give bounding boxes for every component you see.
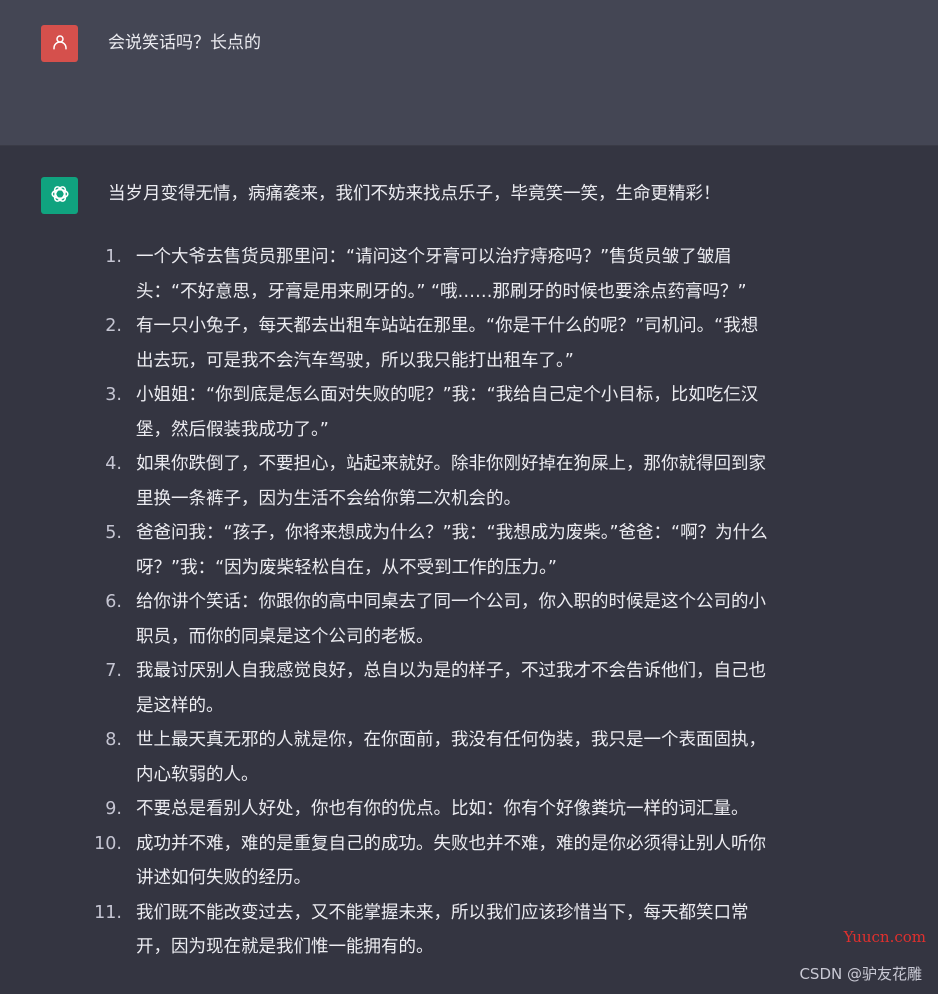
joke-line: 讲述如何失败的经历。 xyxy=(136,868,311,888)
joke-number: 10. xyxy=(94,833,122,854)
joke-line: 一个大爷去售货员那里问：“请问这个牙膏可以治疗痔疮吗？”售货员皱了皱眉 xyxy=(136,247,732,267)
joke-number: 7. xyxy=(105,661,122,681)
joke-item: 7. 我最讨厌别人自我感觉良好，总自以为是的样子，不过我才不会告诉他们，自己也 是这… xyxy=(88,654,868,723)
joke-line: 我们既不能改变过去，又不能掌握未来，所以我们应该珍惜当下，每天都笑口常 xyxy=(136,902,749,923)
joke-number: 11. xyxy=(94,902,122,923)
joke-line: 小姐姐：“你到底是怎么面对失败的呢？”我：“我给自己定个小目标，比如吃仨汉 xyxy=(136,385,759,405)
joke-item: 9. 不要总是看别人好处，你也有你的优点。比如：你有个好像粪坑一样的词汇量。 xyxy=(88,792,868,827)
openai-logo-icon xyxy=(47,181,73,211)
joke-line: 给你讲个笑话：你跟你的高中同桌去了同一个公司，你入职的时候是这个公司的小 xyxy=(136,592,766,612)
joke-line: 呀？”我：“因为废柴轻松自在，从不受到工作的压力。” xyxy=(136,557,557,578)
user-message-text: 会说笑话吗？长点的 xyxy=(108,33,261,53)
joke-number: 3. xyxy=(105,385,122,405)
joke-line: 有一只小兔子，每天都去出租车站站在那里。“你是干什么的呢？”司机问。“我想 xyxy=(136,316,759,336)
joke-line: 出去玩，可是我不会汽车驾驶，所以我只能打出租车了。” xyxy=(136,350,574,371)
joke-line: 开，因为现在就是我们惟一能拥有的。 xyxy=(136,937,434,957)
joke-line: 头：“不好意思，牙膏是用来刷牙的。” “哦……那刷牙的时候也要涂点药膏吗？” xyxy=(136,281,747,302)
joke-line: 不要总是看别人好处，你也有你的优点。比如：你有个好像粪坑一样的词汇量。 xyxy=(136,799,749,819)
joke-number: 9. xyxy=(105,799,122,819)
csdn-watermark: CSDN @驴友花雕 xyxy=(799,965,922,983)
joke-line: 堡，然后假装我成功了。” xyxy=(136,419,329,440)
assistant-avatar xyxy=(41,177,78,214)
joke-item: 5. 爸爸问我：“孩子，你将来想成为什么？”我：“我想成为废柴。”爸爸：“啊？为什… xyxy=(88,516,868,585)
user-icon xyxy=(51,33,69,55)
joke-line: 内心软弱的人。 xyxy=(136,764,259,785)
joke-line: 是这样的。 xyxy=(136,695,224,716)
joke-line: 我最讨厌别人自我感觉良好，总自以为是的样子，不过我才不会告诉他们，自己也 xyxy=(136,661,766,681)
joke-item: 11. 我们既不能改变过去，又不能掌握未来，所以我们应该珍惜当下，每天都笑口常 开，… xyxy=(88,896,868,965)
joke-item: 4. 如果你跌倒了，不要担心，站起来就好。除非你刚好掉在狗屎上，那你就得回到家 里换… xyxy=(88,447,868,516)
user-avatar xyxy=(41,25,78,62)
joke-number: 8. xyxy=(105,730,122,750)
joke-line: 成功并不难，难的是重复自己的成功。失败也并不难，难的是你必须得让别人听你 xyxy=(136,833,766,854)
joke-line: 里换一条裤子，因为生活不会给你第二次机会的。 xyxy=(136,488,521,509)
joke-item: 1. 一个大爷去售货员那里问：“请问这个牙膏可以治疗痔疮吗？”售货员皱了皱眉 头：“… xyxy=(88,240,868,309)
user-message-row: 会说笑话吗？长点的 xyxy=(0,0,938,146)
joke-line: 世上最天真无邪的人就是你，在你面前，我没有任何伪装，我只是一个表面固执， xyxy=(136,730,766,750)
assistant-intro-text: 当岁月变得无情，病痛袭来，我们不妨来找点乐子，毕竟笑一笑，生命更精彩！ xyxy=(108,184,721,204)
joke-item: 6. 给你讲个笑话：你跟你的高中同桌去了同一个公司，你入职的时候是这个公司的小 职员… xyxy=(88,585,868,654)
joke-item: 3. 小姐姐：“你到底是怎么面对失败的呢？”我：“我给自己定个小目标，比如吃仨汉堡… xyxy=(88,378,868,447)
chat-page: 会说笑话吗？长点的 当岁月变得无情，病痛袭来，我们不妨来找点乐子，毕竟笑一笑，生… xyxy=(0,0,938,994)
joke-number: 6. xyxy=(105,592,122,612)
joke-number: 2. xyxy=(105,316,122,336)
joke-number: 4. xyxy=(105,454,122,474)
site-watermark: Yuucn.com xyxy=(843,928,926,946)
joke-item: 10. 成功并不难，难的是重复自己的成功。失败也并不难，难的是你必须得让别人听你讲… xyxy=(88,827,868,896)
joke-number: 5. xyxy=(105,523,122,543)
joke-item: 2. 有一只小兔子，每天都去出租车站站在那里。“你是干什么的呢？”司机问。“我想出… xyxy=(88,309,868,378)
joke-item: 8. 世上最天真无邪的人就是你，在你面前，我没有任何伪装，我只是一个表面固执， 内心… xyxy=(88,723,868,792)
joke-list: 1. 一个大爷去售货员那里问：“请问这个牙膏可以治疗痔疮吗？”售货员皱了皱眉 头：“… xyxy=(88,240,868,965)
joke-line: 爸爸问我：“孩子，你将来想成为什么？”我：“我想成为废柴。”爸爸：“啊？为什么 xyxy=(136,523,768,543)
joke-line: 如果你跌倒了，不要担心，站起来就好。除非你刚好掉在狗屎上，那你就得回到家 xyxy=(136,454,766,474)
joke-number: 1. xyxy=(105,247,122,267)
joke-line: 职员，而你的同桌是这个公司的老板。 xyxy=(136,626,434,647)
